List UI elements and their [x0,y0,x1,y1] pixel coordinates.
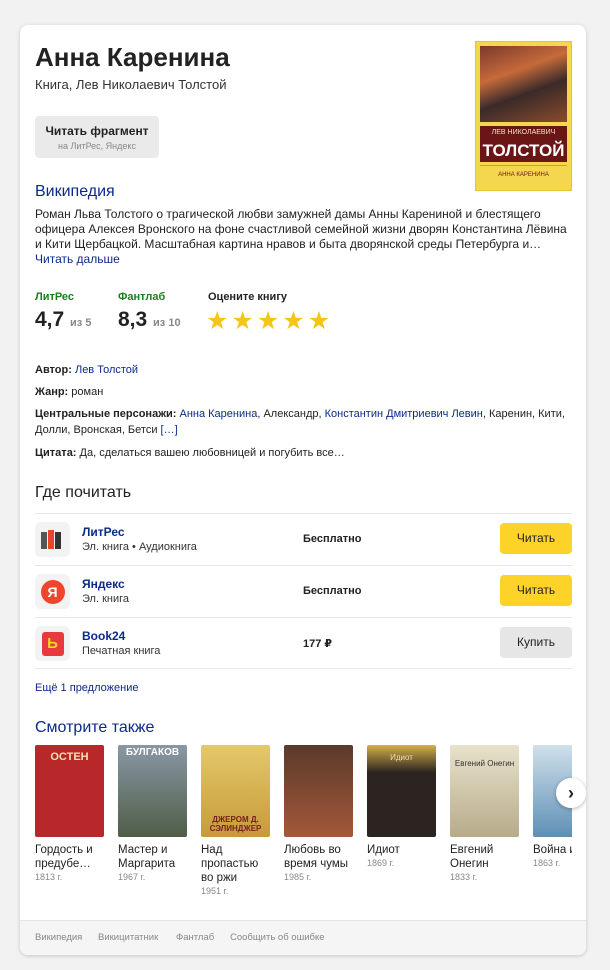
book-year: 1967 г. [118,872,146,882]
rating-source: ЛитРес [35,291,75,303]
genre-row: Жанр: роман [35,386,104,398]
quote-text: Да, сделаться вашею любовницей и погубит… [79,447,345,459]
author-row: Автор: Лев Толстой [35,364,139,376]
star-icon[interactable]: ★ [257,307,279,335]
rating-value: 8,3 из 10 [118,308,181,331]
book-card[interactable]: Идиот Идиот 1869 г. [367,745,437,868]
wiki-description: Роман Льва Толстого о трагической любви … [35,207,572,267]
character-link[interactable]: Анна Каренина [179,408,257,420]
book-cover: Идиот [367,745,436,837]
book-year: 1863 г. [533,858,561,868]
quote-row: Цитата: Да, сделаться вашею любовницей и… [35,447,345,459]
read-button[interactable]: Читать [500,575,572,606]
read-fragment-button[interactable]: Читать фрагмент на ЛитРес, Яндекс [35,116,159,158]
character-link[interactable]: Константин Дмитриевич Левин [325,408,483,420]
book-card[interactable]: ДЖЕРОМ Д. СЭЛИНДЖЕР Над пропастью во ржи… [201,745,271,896]
genre-value: роман [71,386,104,398]
see-also-heading: Смотрите также [35,719,155,736]
shop-price: Бесплатно [303,585,362,597]
see-also-carousel: ОСТЕН Гордость и предубе… 1813 г. БУЛГАК… [35,745,572,905]
book-title: Война и мир [533,844,572,856]
book-subtitle: Книга, Лев Николаевич Толстой [35,77,227,92]
book-card[interactable]: Евгений Онегин Евгений Онегин 1833 г. [450,745,520,882]
book-title: Любовь во время чумы [284,844,349,870]
footer-link-wikiquote[interactable]: Викицитатник [98,932,158,943]
rating-scale: из 5 [70,317,92,329]
shop-row-yandex[interactable]: Я Яндекс Эл. книга Бесплатно Читать [35,565,572,616]
shop-price: Бесплатно [303,533,362,545]
cover-author-line: ЛЕВ НИКОЛАЕВИЧ [480,126,567,140]
book-year: 1833 г. [450,872,478,882]
book24-icon: Ь [35,626,70,661]
book-title: Евгений Онегин [450,844,494,870]
footer: Википедия Викицитатник Фантлаб Сообщить … [20,920,586,955]
book-card[interactable]: БУЛГАКОВ Мастер и Маргарита 1967 г. [118,745,188,882]
footer-link-report-error[interactable]: Сообщить об ошибке [230,932,325,943]
book-title: Гордость и предубе… [35,844,93,870]
shop-price: 177 ₽ [303,638,333,650]
book-cover: ОСТЕН [35,745,104,837]
book-cover: БУЛГАКОВ [118,745,187,837]
yandex-icon: Я [35,574,70,609]
cover-title-line: АННА КАРЕНИНА [480,165,567,183]
book-title: Мастер и Маргарита [118,844,176,870]
rating-litres[interactable]: ЛитРес 4,7 из 5 [35,291,91,332]
more-offers-link[interactable]: Ещё 1 предложение [35,682,138,694]
wiki-heading[interactable]: Википедия [35,183,115,201]
book-year: 1985 г. [284,872,312,882]
rating-value: 4,7 из 5 [35,308,92,331]
book-title: Над пропастью во ржи [201,844,259,884]
book-cover-image[interactable]: ЛЕВ НИКОЛАЕВИЧ ТОЛСТОЙ АННА КАРЕНИНА [475,41,572,191]
rating-source: Фантлаб [118,291,166,303]
book-year: 1951 г. [201,886,229,896]
book-title: Анна Каренина [35,42,230,72]
book-card[interactable]: ОСТЕН Гордость и предубе… 1813 г. [35,745,105,882]
rating-fantlab[interactable]: Фантлаб 8,3 из 10 [118,291,181,332]
read-button[interactable]: Читать [500,523,572,554]
shop-row-litres[interactable]: ЛитРес Эл. книга • Аудиокнига Бесплатно … [35,513,572,564]
book-year: 1813 г. [35,872,63,882]
shop-row-book24[interactable]: Ь Book24 Печатная книга 177 ₽ Купить [35,617,572,669]
where-to-read-heading: Где почитать [35,484,132,501]
characters-row: Центральные персонажи: Анна Каренина, Ал… [35,408,565,436]
read-fragment-sublabel: на ЛитРес, Яндекс [58,141,136,151]
rating-scale: из 10 [153,317,181,329]
book-cover [284,745,353,837]
book-cover: Евгений Онегин [450,745,519,837]
characters-more-link[interactable]: […] [161,424,178,436]
star-icon[interactable]: ★ [206,307,228,335]
read-more-link[interactable]: Читать дальше [35,252,120,266]
shop-name[interactable]: Яндекс [82,577,125,591]
star-icon[interactable]: ★ [308,307,330,335]
shop-name[interactable]: Book24 [82,629,125,643]
footer-link-wikipedia[interactable]: Википедия [35,932,82,943]
book-year: 1869 г. [367,858,395,868]
knowledge-card: Анна Каренина Книга, Лев Николаевич Толс… [20,25,586,955]
star-icon[interactable]: ★ [231,307,253,335]
rating-stars: ★ ★ ★ ★ ★ [206,307,330,335]
book-card[interactable]: Любовь во время чумы 1985 г. [284,745,354,882]
shop-format: Эл. книга • Аудиокнига [82,541,197,553]
buy-button[interactable]: Купить [500,627,572,658]
shop-format: Печатная книга [82,645,161,657]
read-fragment-label: Читать фрагмент [45,124,149,138]
book-title: Идиот [367,844,400,856]
carousel-next-arrow-icon[interactable]: › [556,778,586,808]
litres-icon [35,522,70,557]
cover-illustration [480,46,567,122]
book-cover: ДЖЕРОМ Д. СЭЛИНДЖЕР [201,745,270,837]
footer-link-fantlab[interactable]: Фантлаб [176,932,214,943]
star-icon[interactable]: ★ [282,307,304,335]
cover-author-name: ТОЛСТОЙ [480,140,567,162]
rate-book-label: Оцените книгу [208,291,288,303]
wiki-text: Роман Льва Толстого о трагической любви … [35,207,567,251]
author-link[interactable]: Лев Толстой [75,364,138,376]
shop-format: Эл. книга [82,593,129,605]
shop-name[interactable]: ЛитРес [82,525,125,539]
